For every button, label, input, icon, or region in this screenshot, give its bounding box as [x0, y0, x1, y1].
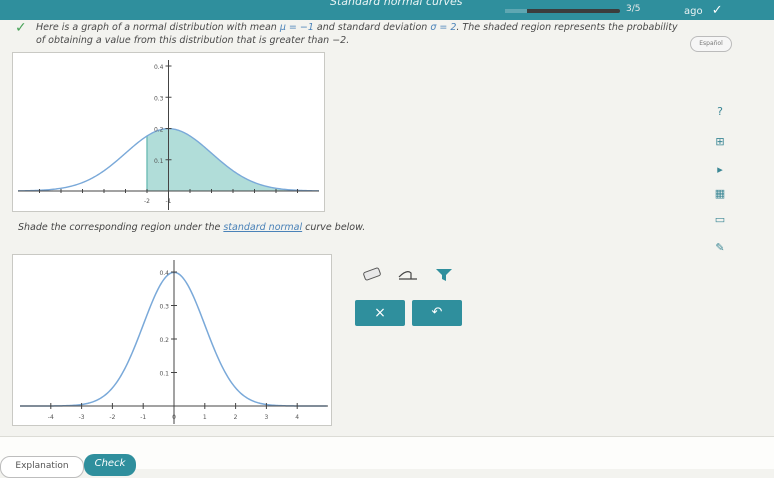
explanation-button[interactable]: Explanation	[0, 456, 84, 478]
shade-tool[interactable]	[432, 264, 456, 284]
header-right: ago ✓	[684, 3, 723, 18]
prompt-sd: σ = 2	[430, 22, 457, 33]
paint-bucket-icon	[436, 269, 452, 281]
x-tick-label: 2	[234, 414, 238, 421]
edit-icon[interactable]: ✎	[710, 240, 730, 256]
bound-icon	[398, 271, 417, 280]
instruction-part: Shade the corresponding region under the	[18, 222, 224, 233]
normal-distribution-graph: 0.1 0.2 0.3 0.4 -2 -1	[12, 52, 325, 212]
calculator-icon[interactable]: ⊞	[710, 134, 730, 150]
y-tick-label: 0.4	[159, 270, 169, 277]
table-icon[interactable]: ▦	[710, 186, 730, 202]
x-tick-label: 4	[295, 414, 299, 421]
play-icon[interactable]: ▸	[710, 162, 730, 178]
prompt-text: Here is a graph of a normal distribution…	[36, 22, 280, 33]
espanol-button[interactable]: Español	[690, 36, 732, 52]
graph-frame	[12, 254, 332, 426]
correct-check-icon: ✓	[15, 20, 27, 36]
top-bar: Standard normal curves 3/5 ago ✓	[0, 0, 774, 20]
y-tick-label: 0.4	[154, 64, 164, 71]
language-label: ago	[684, 6, 703, 17]
prompt-text: and standard deviation	[313, 22, 431, 33]
eraser-tool[interactable]	[360, 264, 384, 284]
bound-tool[interactable]	[396, 264, 420, 284]
standard-normal-graph[interactable]: 0.1 0.2 0.3 0.4 -4 -3 -2 -1 0 1 2 3 4	[12, 254, 332, 426]
question-prompt: Here is a graph of a normal distribution…	[36, 21, 686, 47]
x-tick-label: 0	[172, 414, 176, 421]
y-tick-label: 0.3	[154, 95, 164, 102]
help-icon[interactable]: ?	[710, 104, 730, 120]
chevron-down-icon[interactable]: ✓	[712, 3, 723, 18]
check-button[interactable]: Check	[84, 454, 136, 476]
progress-bar	[505, 9, 620, 13]
x-tick-label: -2	[109, 414, 115, 421]
x-tick-label: -4	[48, 414, 54, 421]
progress-segment-filled	[505, 9, 527, 13]
y-tick-label: 0.1	[154, 158, 164, 165]
y-tick-label: 0.2	[159, 337, 169, 344]
x-tick-label: -1	[140, 414, 146, 421]
y-tick-label: 0.1	[159, 371, 169, 378]
prompt-mean: μ = −1	[279, 22, 314, 33]
undo-button[interactable]: ↶	[412, 300, 462, 326]
clear-button[interactable]: ×	[355, 300, 405, 326]
x-tick-label: 3	[264, 414, 268, 421]
instruction-text: Shade the corresponding region under the…	[18, 222, 365, 233]
book-icon[interactable]: ▭	[710, 212, 730, 228]
eraser-icon	[363, 267, 381, 281]
x-tick-label: -2	[144, 198, 150, 205]
x-tick-label: 1	[203, 414, 207, 421]
instruction-part: curve below.	[302, 222, 366, 233]
x-tick-label: -3	[79, 414, 85, 421]
standard-normal-link[interactable]: standard normal	[223, 222, 302, 233]
progress-count: 3/5	[626, 4, 641, 14]
y-tick-label: 0.2	[154, 127, 164, 134]
y-tick-label: 0.3	[159, 304, 169, 311]
topic-title: Standard normal curves	[330, 0, 463, 8]
x-tick-label: -1	[166, 198, 172, 205]
